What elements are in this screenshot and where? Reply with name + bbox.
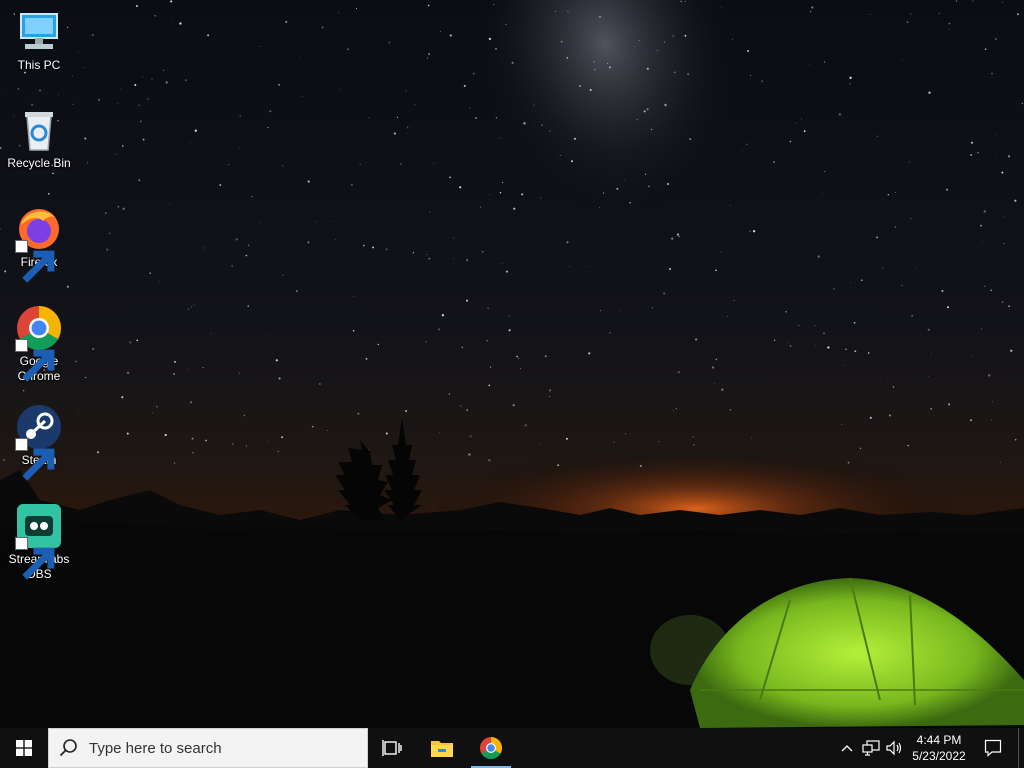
search-icon: [59, 739, 77, 757]
file-explorer-icon: [431, 741, 453, 757]
desktop-icon-recycle-bin[interactable]: Recycle Bin: [4, 106, 74, 171]
computer-icon: [15, 8, 63, 56]
shortcut-arrow-icon: [15, 339, 55, 382]
notification-icon: [984, 739, 1002, 757]
volume-icon: [886, 740, 902, 756]
network-button[interactable]: [858, 728, 884, 768]
icon-label: This PC: [17, 58, 61, 72]
task-view-icon: [382, 740, 402, 756]
icon-label: Recycle Bin: [7, 156, 71, 170]
chrome-taskbar-button[interactable]: [467, 728, 515, 768]
task-view-button[interactable]: [368, 728, 416, 768]
streamlabs-obs-icon: [15, 502, 63, 580]
desktop-icon-this-pc[interactable]: This PC: [4, 8, 74, 73]
show-hidden-icons-button[interactable]: [836, 728, 858, 768]
desktop-icon-firefox[interactable]: Firefox: [4, 205, 74, 283]
network-icon: [862, 740, 880, 756]
clock-date: 5/23/2022: [912, 749, 966, 763]
wallpaper: [0, 0, 1024, 728]
shortcut-arrow-icon: [15, 240, 55, 283]
desktop-icon-steam[interactable]: Steam: [4, 403, 74, 481]
clock-time: 4:44 PM: [916, 733, 962, 747]
search-placeholder: Type here to search: [89, 739, 222, 757]
windows-logo-icon: [16, 740, 32, 756]
shortcut-arrow-icon: [15, 537, 55, 580]
search-box[interactable]: Type here to search: [48, 728, 368, 768]
desktop-icon-google-chrome[interactable]: Google Chrome: [4, 304, 74, 384]
file-explorer-button[interactable]: [418, 728, 466, 768]
start-button[interactable]: [0, 728, 48, 768]
desktop[interactable]: This PC Recycle Bin Firefox Google Chrom…: [0, 0, 1024, 728]
recycle-bin-icon: [15, 106, 63, 154]
firefox-icon: [15, 205, 63, 283]
action-center-button[interactable]: [976, 728, 1010, 768]
desktop-icon-streamlabs-obs[interactable]: Streamlabs OBS: [4, 502, 74, 582]
shortcut-arrow-icon: [15, 438, 55, 481]
steam-icon: [15, 403, 63, 481]
show-desktop-button[interactable]: [1018, 728, 1024, 768]
chevron-up-icon: [841, 745, 853, 752]
taskbar: Type here to search 4:44 PM 5/23/2022: [0, 728, 1024, 768]
volume-button[interactable]: [884, 728, 906, 768]
clock[interactable]: 4:44 PM 5/23/2022: [904, 728, 974, 768]
chrome-icon: [15, 304, 63, 382]
chrome-icon: [480, 737, 502, 759]
